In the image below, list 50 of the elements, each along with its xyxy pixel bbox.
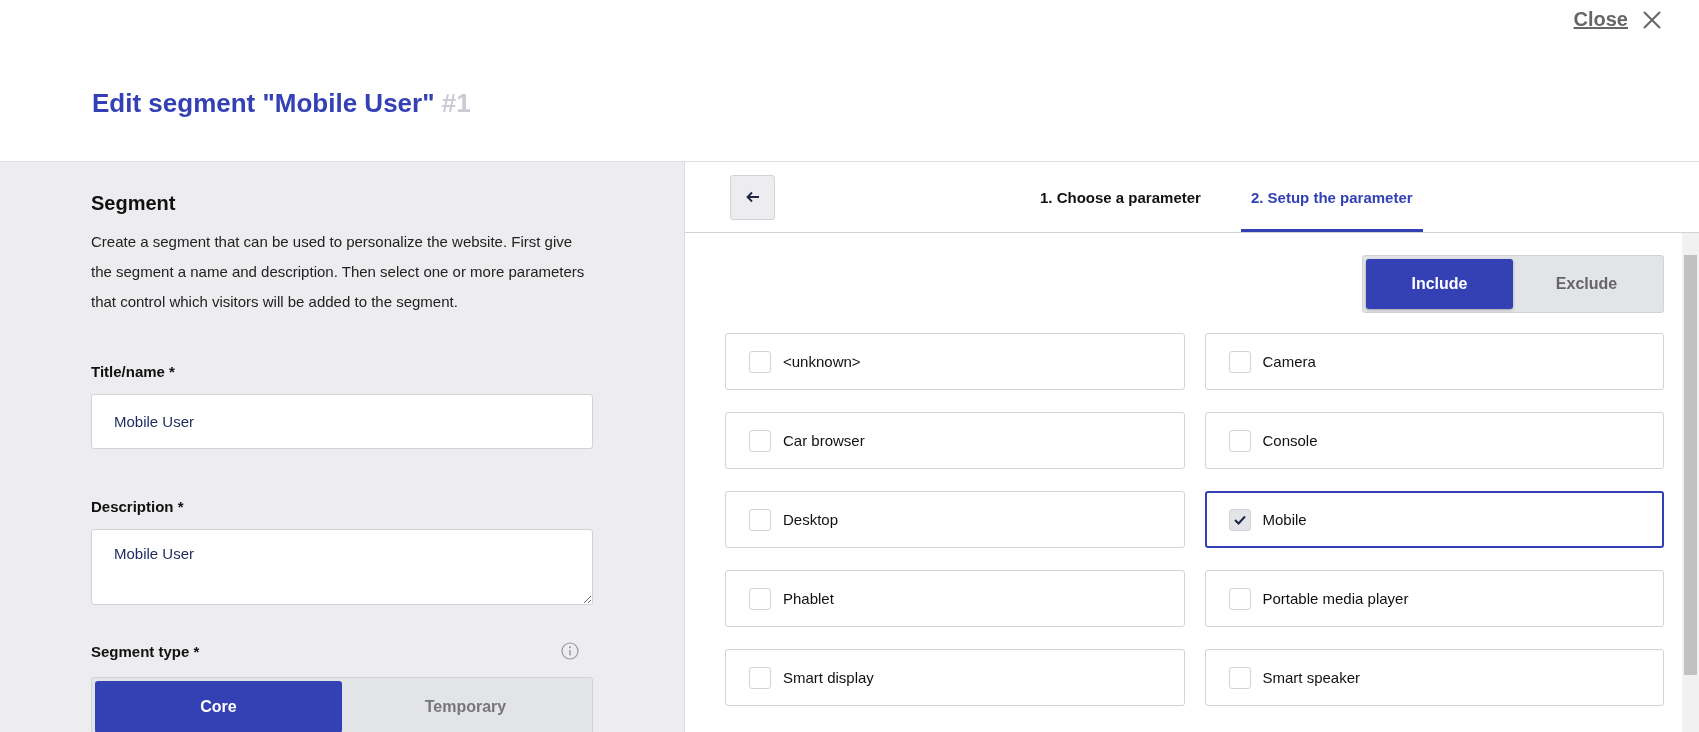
field-label: Description * <box>91 498 185 515</box>
section-heading: Segment <box>91 192 177 215</box>
option-card[interactable]: <unknown> <box>725 333 1185 390</box>
scrollbar[interactable] <box>1682 233 1699 732</box>
info-icon[interactable] <box>561 642 579 660</box>
step-tab[interactable]: 2. Setup the parameter <box>1240 162 1423 232</box>
description-textarea[interactable]: Mobile User <box>91 529 593 605</box>
checkbox[interactable] <box>1228 508 1251 531</box>
field-label: Title/name * <box>91 363 176 380</box>
option-card[interactable]: Phablet <box>725 570 1185 627</box>
check-icon <box>1233 514 1246 525</box>
option-card[interactable]: Desktop <box>725 491 1185 548</box>
option-card[interactable]: Console <box>1204 412 1664 469</box>
section-description: Create a segment that can be used to personalize the website. First give the segment a name and description. Then select one or more parameters that control which visitors will be added to the segment. <box>91 232 586 312</box>
option-label: Car browser <box>783 432 865 449</box>
checkbox[interactable] <box>749 429 771 452</box>
option-label: Portable media player <box>1262 590 1409 607</box>
close-link[interactable]: Close <box>1573 8 1628 31</box>
back-button[interactable] <box>730 174 775 220</box>
step-tab[interactable]: 1. Choose a parameter <box>1030 162 1211 232</box>
checkbox[interactable] <box>1228 429 1251 452</box>
option-card[interactable]: Car browser <box>725 412 1185 469</box>
option-card[interactable]: Smart display <box>725 649 1185 706</box>
checkbox[interactable] <box>1228 666 1251 689</box>
close-icon[interactable] <box>1642 9 1662 30</box>
option-label: Mobile <box>1262 511 1307 528</box>
mode-option[interactable]: Include <box>1366 259 1513 309</box>
checkbox[interactable] <box>1228 587 1251 610</box>
segment-type-option[interactable]: Temporary <box>342 681 589 732</box>
checkbox[interactable] <box>749 508 771 531</box>
title-input[interactable]: Mobile User <box>91 394 593 449</box>
option-label: <unknown> <box>783 353 861 370</box>
back-arrow-icon <box>745 191 760 203</box>
option-label: Phablet <box>783 590 834 607</box>
option-card[interactable]: Mobile <box>1204 491 1664 548</box>
checkbox[interactable] <box>749 587 771 610</box>
option-card[interactable]: Portable media player <box>1204 570 1664 627</box>
checkbox[interactable] <box>749 350 771 373</box>
mode-option[interactable]: Exclude <box>1513 259 1660 309</box>
option-label: Smart speaker <box>1262 669 1361 686</box>
option-label: Camera <box>1262 353 1316 370</box>
option-label: Desktop <box>783 511 839 528</box>
segment-type-option[interactable]: Core <box>95 681 342 732</box>
option-card[interactable]: Smart speaker <box>1204 649 1664 706</box>
checkbox[interactable] <box>749 666 771 689</box>
option-label: Smart display <box>783 669 874 686</box>
checkbox[interactable] <box>1228 350 1251 373</box>
field-label: Segment type * <box>91 642 200 660</box>
option-card[interactable]: Camera <box>1204 333 1664 390</box>
option-label: Console <box>1262 432 1318 449</box>
